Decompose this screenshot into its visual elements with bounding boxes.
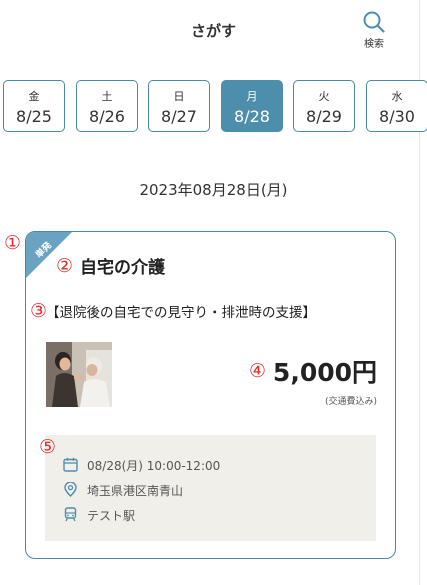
date-tab-date: 8/30 xyxy=(379,107,415,126)
annotation-number-2: ② xyxy=(56,255,74,277)
date-tab-0830[interactable]: 水 8/30 xyxy=(366,80,427,132)
job-address: 埼玉県港区南青山 xyxy=(87,484,184,498)
date-tabs: 金 8/25 土 8/26 日 8/27 月 8/28 火 8/29 水 8/3… xyxy=(0,80,427,136)
date-tab-0826[interactable]: 土 8/26 xyxy=(76,80,138,132)
annotation-number-5: ⑤ xyxy=(39,436,57,458)
date-tab-0828[interactable]: 月 8/28 xyxy=(221,80,283,132)
job-price: 5,000円 xyxy=(272,358,377,387)
date-tab-0829[interactable]: 火 8/29 xyxy=(293,80,355,132)
search-label: 検索 xyxy=(364,39,384,50)
date-tab-date: 8/27 xyxy=(161,107,197,126)
price-note: (交通費込み) xyxy=(324,397,377,407)
annotation-number-3: ③ xyxy=(30,300,48,322)
job-station: テスト駅 xyxy=(87,509,136,523)
annotation-number-4: ④ xyxy=(249,360,267,382)
date-tab-date: 8/26 xyxy=(89,107,125,126)
search-button[interactable]: 検索 xyxy=(356,10,392,54)
job-title: 自宅の介護 xyxy=(80,258,165,278)
search-icon xyxy=(363,11,385,33)
date-tab-weekday: 土 xyxy=(101,90,113,103)
date-tab-weekday: 金 xyxy=(28,90,40,103)
date-tab-weekday: 水 xyxy=(391,90,403,103)
date-tab-0825[interactable]: 金 8/25 xyxy=(3,80,65,132)
job-subtitle: 【退院後の自宅での見守り・排泄時の支援】 xyxy=(46,305,316,321)
job-card[interactable]: 単発 自宅の介護 【退院後の自宅での見守り・排泄時の支援】 5,000円 (交通… xyxy=(25,231,396,559)
job-details-box: 08/28(月) 10:00-12:00 埼玉県港区南青山 テスト駅 xyxy=(45,435,376,541)
date-tab-date: 8/29 xyxy=(306,107,342,126)
date-tab-0827[interactable]: 日 8/27 xyxy=(148,80,210,132)
date-tab-weekday: 月 xyxy=(246,90,258,103)
job-photo xyxy=(46,342,112,407)
job-datetime: 08/28(月) 10:00-12:00 xyxy=(87,459,221,473)
date-tab-date: 8/28 xyxy=(234,107,270,126)
selected-date-heading: 2023年08月28日(月) xyxy=(139,181,288,199)
date-tab-weekday: 日 xyxy=(173,90,185,103)
train-icon xyxy=(64,507,77,522)
date-tab-date: 8/25 xyxy=(16,107,52,126)
map-pin-icon xyxy=(64,482,77,497)
annotation-number-1: ① xyxy=(4,232,22,254)
header: さがす 検索 xyxy=(0,0,427,64)
date-tab-weekday: 火 xyxy=(318,90,330,103)
calendar-icon xyxy=(63,457,78,472)
